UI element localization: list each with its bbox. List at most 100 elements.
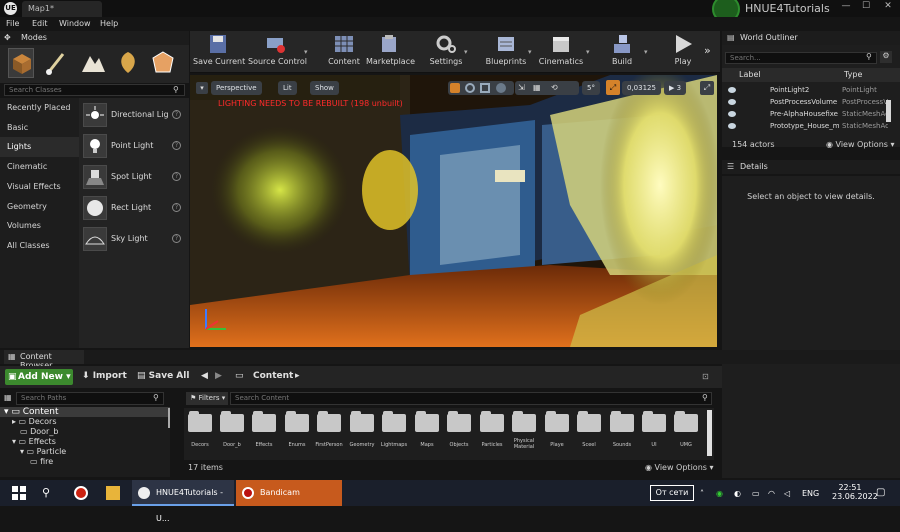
chevron-up-icon[interactable]: ˄	[700, 489, 704, 498]
folder-tile[interactable]: Maps	[413, 411, 441, 459]
camera-speed-button[interactable]: ▶ 3	[664, 81, 687, 95]
content-browser-tab[interactable]: ▦ Content Browser	[4, 350, 84, 370]
menu-edit[interactable]: Edit	[32, 17, 48, 31]
folder-tile[interactable]: Playe	[543, 411, 571, 459]
chevron-down-icon[interactable]: ▾	[528, 48, 534, 56]
lit-button[interactable]: Lit	[278, 81, 297, 95]
minimize-button[interactable]: —	[838, 1, 854, 15]
help-icon[interactable]: ?	[172, 141, 181, 150]
foliage-mode-icon[interactable]	[115, 48, 141, 78]
help-icon[interactable]: ?	[172, 234, 181, 243]
build-button[interactable]: Build	[604, 34, 640, 72]
file-explorer-icon[interactable]	[106, 486, 120, 500]
close-button[interactable]: ✕	[880, 1, 896, 15]
outliner-scrollbar[interactable]	[886, 100, 891, 122]
outliner-row[interactable]: PostProcessVolume PostProcessVolume	[724, 97, 888, 109]
volume-icon[interactable]: ◁	[784, 489, 790, 498]
folder-tile[interactable]: Door_b	[218, 411, 246, 459]
folder-tile[interactable]: Geometry	[348, 411, 376, 459]
level-viewport[interactable]	[190, 75, 717, 347]
folder-tile[interactable]: Effects	[250, 411, 278, 459]
category-visual-effects[interactable]: Visual Effects	[0, 177, 79, 197]
chevron-down-icon[interactable]: ▾	[464, 48, 470, 56]
outliner-view-options-button[interactable]: ◉ View Options ▾	[826, 140, 895, 149]
play-button[interactable]: Play	[665, 34, 701, 72]
outliner-search-input[interactable]: Search...	[725, 52, 877, 64]
tree-scrollbar[interactable]	[168, 408, 170, 428]
scale-snap-value[interactable]: 0,03125	[622, 81, 661, 95]
taskbar-app-bandicam[interactable]: Bandicam	[236, 480, 342, 506]
outliner-row[interactable]: Prototype_House_m StaticMeshActor	[724, 121, 888, 133]
tree-item-effects[interactable]: ▾ ▭ Effects	[0, 437, 170, 447]
help-icon[interactable]: ?	[172, 203, 181, 212]
category-lights[interactable]: Lights	[0, 137, 79, 157]
bandicam-record-icon[interactable]	[74, 486, 88, 500]
path-breadcrumb[interactable]: Content	[253, 371, 293, 381]
category-recently-placed[interactable]: Recently Placed	[0, 98, 79, 118]
cinematics-button[interactable]: Cinematics	[538, 34, 584, 72]
category-all-classes[interactable]: All Classes	[0, 236, 79, 256]
import-button[interactable]: ⬇ Import	[82, 371, 127, 381]
surface-snap-icon[interactable]: ⇲	[518, 83, 525, 92]
label-column-header[interactable]: Label	[739, 70, 761, 79]
item-sky-light[interactable]: Sky Light ?	[83, 226, 185, 252]
windows-start-icon[interactable]	[12, 486, 26, 500]
folder-tile[interactable]: Decors	[186, 411, 214, 459]
rotate-tool-icon[interactable]	[465, 83, 475, 93]
content-view-options-button[interactable]: ◉ View Options ▾	[645, 463, 714, 472]
transform-tools[interactable]	[448, 81, 514, 95]
item-spot-light[interactable]: Spot Light ?	[83, 164, 185, 190]
folder-tile[interactable]: Sceel	[575, 411, 603, 459]
rotation-snap-value[interactable]: 5°	[582, 81, 600, 95]
app-tray-icon[interactable]: ◐	[734, 489, 741, 498]
menu-file[interactable]: File	[6, 17, 19, 31]
folder-tile[interactable]: UMG	[672, 411, 700, 459]
map-tab[interactable]: Map1*	[22, 1, 102, 17]
item-directional-light[interactable]: Directional Lig ?	[83, 102, 185, 128]
chevron-down-icon[interactable]: ▾	[644, 48, 650, 56]
search-icon[interactable]: ⚲	[42, 486, 56, 500]
folder-tile[interactable]: Particles	[478, 411, 506, 459]
folder-tile[interactable]: Physical Material	[510, 411, 538, 459]
save-current-button[interactable]: Save Current	[193, 34, 245, 72]
source-control-button[interactable]: Source Control	[248, 34, 307, 72]
settings-button[interactable]: Settings	[426, 34, 466, 72]
search-paths-input[interactable]: Search Paths	[16, 392, 164, 405]
help-icon[interactable]: ?	[172, 110, 181, 119]
world-outliner-tab[interactable]: ▤ World Outliner	[722, 31, 900, 45]
taskbar-app-unreal[interactable]: HNUE4Tutorials - U...	[132, 480, 234, 523]
tree-item-fire[interactable]: ▭ fire	[0, 457, 170, 467]
visibility-eye-icon[interactable]	[728, 123, 736, 129]
snap-tools[interactable]: ⇲ ▦ ⟲	[515, 81, 579, 95]
category-geometry[interactable]: Geometry	[0, 197, 79, 217]
green-status-icon[interactable]: ◉	[716, 489, 723, 498]
category-basic[interactable]: Basic	[0, 118, 79, 138]
add-new-button[interactable]: ▣ Add New ▾	[5, 369, 73, 385]
search-content-input[interactable]: Search Content	[230, 392, 712, 405]
blueprints-button[interactable]: Blueprints	[484, 34, 528, 72]
visibility-eye-icon[interactable]	[728, 87, 736, 93]
world-space-icon[interactable]	[496, 83, 506, 93]
toolbar-overflow-icon[interactable]: »	[704, 44, 711, 57]
marketplace-button[interactable]: Marketplace	[366, 34, 415, 72]
folder-tile[interactable]: Enums	[283, 411, 311, 459]
sources-toggle-icon[interactable]: ▦	[4, 393, 12, 402]
maximize-button[interactable]: ☐	[858, 1, 874, 15]
path-chevron-icon[interactable]: ▸	[295, 371, 300, 381]
network-status[interactable]: От сети	[650, 485, 694, 501]
geometry-mode-icon[interactable]	[150, 48, 176, 78]
rotation-snap-icon[interactable]: ⟲	[551, 83, 558, 92]
landscape-mode-icon[interactable]	[80, 48, 106, 78]
chevron-down-icon[interactable]: ▾	[586, 48, 592, 56]
item-point-light[interactable]: Point Light ?	[83, 133, 185, 159]
folder-tile[interactable]: FirstPerson	[315, 411, 343, 459]
history-forward-button[interactable]: ▶	[215, 371, 222, 381]
category-cinematic[interactable]: Cinematic	[0, 157, 79, 177]
category-volumes[interactable]: Volumes	[0, 216, 79, 236]
paint-mode-icon[interactable]	[43, 48, 69, 78]
clock[interactable]: 22:51 23.06.2022	[832, 483, 878, 501]
wifi-icon[interactable]: ◠	[768, 489, 775, 498]
modes-tab[interactable]: ✥ Modes	[0, 31, 189, 45]
visibility-eye-icon[interactable]	[728, 99, 736, 105]
help-icon[interactable]: ?	[172, 172, 181, 181]
